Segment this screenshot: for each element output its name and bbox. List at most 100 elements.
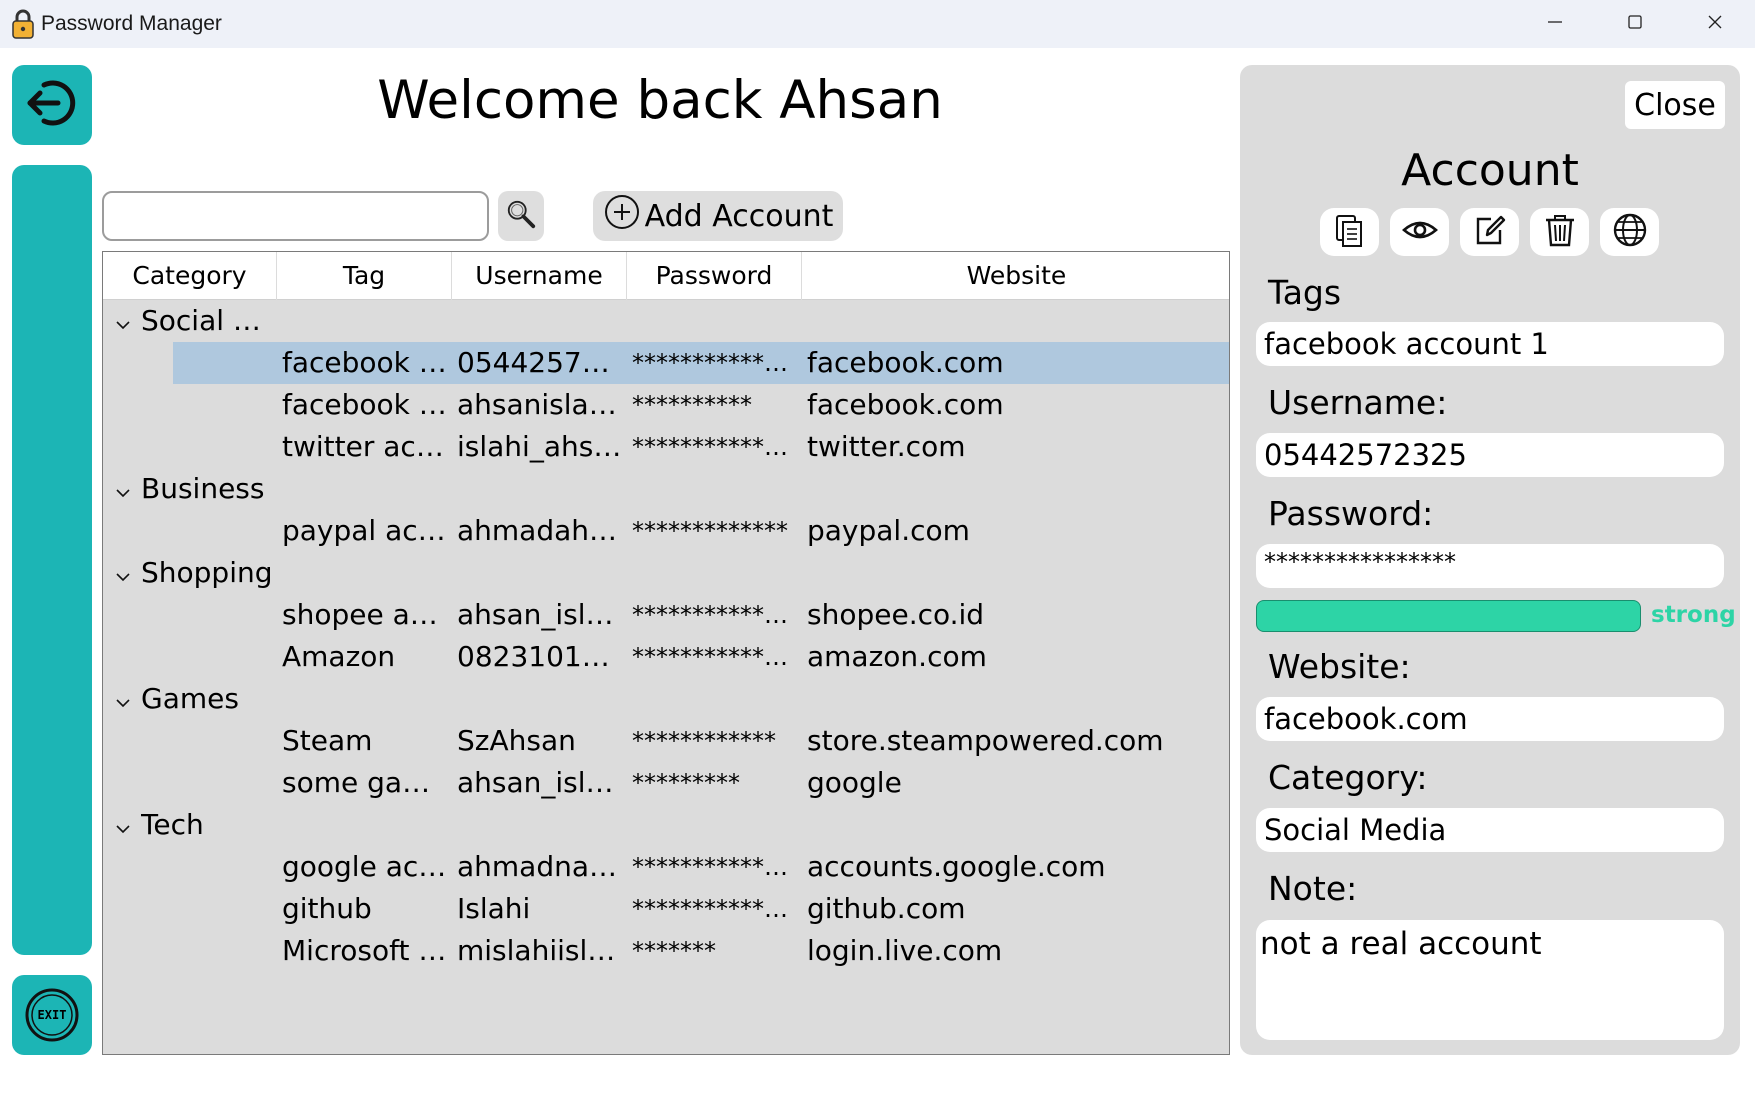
search-input[interactable] — [102, 191, 489, 241]
password-cell: ************... — [632, 895, 797, 923]
password-cell: ************* — [632, 517, 788, 545]
category-group-row[interactable]: Shopping — [103, 552, 1229, 594]
username-cell: ahmadahsa... — [457, 514, 622, 547]
username-cell: mislahiisla... — [457, 934, 622, 967]
tag-cell: Amazon — [282, 640, 396, 673]
password-cell: ************... — [632, 349, 797, 377]
table-row[interactable]: twitter acc... islahi_ahsan ************..… — [103, 426, 1229, 468]
minimize-icon — [1546, 13, 1564, 35]
category-label: Games — [141, 682, 239, 715]
chevron-down-icon[interactable] — [113, 309, 133, 330]
password-strength-bar — [1256, 600, 1641, 632]
chevron-down-icon[interactable] — [113, 561, 133, 582]
table-row[interactable]: shopee acc... ahsan_islahi ************...… — [103, 594, 1229, 636]
magnifier-icon — [505, 198, 537, 234]
tag-cell: facebook a... — [282, 346, 447, 379]
password-label: Password: — [1268, 494, 1434, 533]
welcome-heading: Welcome back Ahsan — [377, 70, 943, 131]
chevron-down-icon[interactable] — [113, 813, 133, 834]
username-field[interactable]: 05442572325 — [1256, 433, 1724, 477]
category-group-row[interactable]: Tech — [103, 804, 1229, 846]
table-row[interactable]: paypal acc... ahmadahsa... ************* pa… — [103, 510, 1229, 552]
table-row[interactable]: some game... ahsan_islahi ********* google — [103, 762, 1229, 804]
table-row[interactable]: facebook a... 054425723... ************...… — [103, 342, 1229, 384]
table-row[interactable]: Steam SzAhsan ************ store.steampower… — [103, 720, 1229, 762]
logout-button[interactable] — [12, 65, 92, 145]
password-cell: ************... — [632, 601, 797, 629]
category-field[interactable]: Social Media — [1256, 808, 1724, 852]
edit-button[interactable] — [1460, 208, 1519, 256]
minimize-button[interactable] — [1515, 0, 1595, 48]
tag-cell: github — [282, 892, 372, 925]
table-row[interactable]: google acc... ahmadnam... ************... a… — [103, 846, 1229, 888]
tag-cell: facebook a... — [282, 388, 447, 421]
close-panel-button[interactable]: Close — [1625, 81, 1725, 129]
username-cell: 054425723... — [457, 346, 622, 379]
window-title: Password Manager — [41, 12, 222, 35]
password-cell: ************... — [632, 853, 797, 881]
password-field[interactable]: **************** — [1256, 544, 1724, 588]
category-label: Business — [141, 472, 265, 505]
column-header-category[interactable]: Category — [103, 252, 277, 300]
chevron-down-icon[interactable] — [113, 687, 133, 708]
column-header-username[interactable]: Username — [452, 252, 627, 300]
tag-cell: Microsoft 3... — [282, 934, 447, 967]
category-group-row[interactable]: Social M... — [103, 300, 1229, 342]
table-row[interactable]: Microsoft 3... mislahiisla... ******* login… — [103, 930, 1229, 972]
copy-icon — [1331, 211, 1369, 253]
username-cell: islahi_ahsan — [457, 430, 622, 463]
note-label: Note: — [1268, 869, 1358, 908]
eye-icon — [1401, 211, 1439, 253]
chevron-down-icon[interactable] — [113, 477, 133, 498]
tags-label: Tags — [1268, 273, 1342, 312]
tag-cell: Steam — [282, 724, 373, 757]
password-strength-label: strong — [1651, 602, 1736, 628]
search-button[interactable] — [498, 191, 544, 241]
category-group-row[interactable]: Games — [103, 678, 1229, 720]
accounts-table[interactable]: Category Tag Username Password Website S… — [102, 251, 1230, 1055]
note-field[interactable]: not a real account — [1256, 920, 1724, 1040]
table-row[interactable]: facebook a... ahsanislahi... ********** fac… — [103, 384, 1229, 426]
table-row[interactable]: Amazon 0823101056... ************... amazon… — [103, 636, 1229, 678]
add-account-button[interactable]: Add Account — [593, 191, 843, 241]
close-icon — [1706, 13, 1724, 35]
tag-cell: paypal acc... — [282, 514, 447, 547]
open-website-button[interactable] — [1600, 208, 1659, 256]
website-cell: github.com — [807, 892, 966, 925]
show-password-button[interactable] — [1390, 208, 1449, 256]
username-cell: 0823101056... — [457, 640, 622, 673]
password-cell: ************... — [632, 433, 797, 461]
trash-icon — [1541, 211, 1579, 253]
close-window-button[interactable] — [1675, 0, 1755, 48]
website-cell: paypal.com — [807, 514, 970, 547]
add-account-label: Add Account — [644, 198, 834, 234]
delete-button[interactable] — [1530, 208, 1589, 256]
username-cell: Islahi — [457, 892, 531, 925]
category-group-row[interactable]: Business — [103, 468, 1229, 510]
table-row[interactable]: github Islahi ************... github.com — [103, 888, 1229, 930]
account-detail-panel: Close Account Tags facebook account 1 Us… — [1240, 65, 1740, 1055]
column-header-tag[interactable]: Tag — [277, 252, 452, 300]
padlock-icon — [11, 9, 35, 39]
password-cell: ******* — [632, 937, 716, 965]
website-cell: twitter.com — [807, 430, 966, 463]
exit-label: EXIT — [37, 1008, 67, 1022]
sidebar-panel — [12, 165, 92, 955]
copy-button[interactable] — [1320, 208, 1379, 256]
website-label: Website: — [1268, 647, 1411, 686]
category-label: Shopping — [141, 556, 273, 589]
exit-button[interactable]: EXIT — [12, 975, 92, 1055]
tag-cell: some game... — [282, 766, 447, 799]
username-cell: ahsan_islahi — [457, 766, 622, 799]
tags-field[interactable]: facebook account 1 — [1256, 322, 1724, 366]
column-header-website[interactable]: Website — [802, 252, 1229, 300]
website-field[interactable]: facebook.com — [1256, 697, 1724, 741]
password-cell: ********* — [632, 769, 740, 797]
column-header-password[interactable]: Password — [627, 252, 802, 300]
maximize-button[interactable] — [1595, 0, 1675, 48]
username-cell: SzAhsan — [457, 724, 576, 757]
panel-title: Account — [1401, 145, 1579, 196]
website-cell: shopee.co.id — [807, 598, 985, 631]
category-label: Social M... — [141, 304, 273, 337]
tag-cell: google acc... — [282, 850, 447, 883]
